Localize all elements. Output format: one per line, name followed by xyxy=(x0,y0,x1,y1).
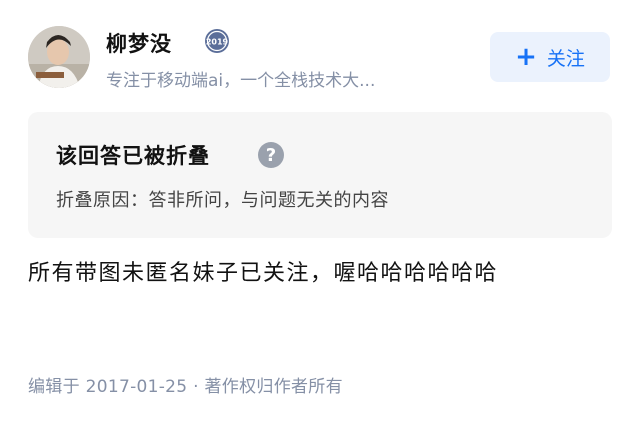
avatar[interactable] xyxy=(28,26,90,88)
edit-meta: 编辑于 2017-01-25 · 著作权归作者所有 xyxy=(28,377,343,397)
follow-button[interactable]: + 关注 xyxy=(490,32,610,82)
author-bio: 专注于移动端ai，一个全栈技术大... xyxy=(106,71,376,91)
folded-title: 该回答已被折叠 xyxy=(56,144,210,168)
folded-reason: 折叠原因：答非所问，与问题无关的内容 xyxy=(56,190,389,211)
author-row: 柳梦没 2019 专注于移动端ai，一个全栈技术大... + 关注 xyxy=(28,24,618,94)
follow-label: 关注 xyxy=(546,47,585,70)
answer-text: 所有带图未匿名妹子已关注，喔哈哈哈哈哈哈 xyxy=(28,261,499,286)
plus-icon: + xyxy=(515,42,537,72)
question-icon[interactable]: ? xyxy=(258,142,284,168)
badge-icon: 2019 xyxy=(204,28,230,54)
avatar-photo xyxy=(28,26,90,88)
badge-year: 2019 xyxy=(206,38,229,47)
author-name[interactable]: 柳梦没 xyxy=(106,28,172,58)
folded-notice: 该回答已被折叠 ? 折叠原因：答非所问，与问题无关的内容 xyxy=(28,112,612,238)
